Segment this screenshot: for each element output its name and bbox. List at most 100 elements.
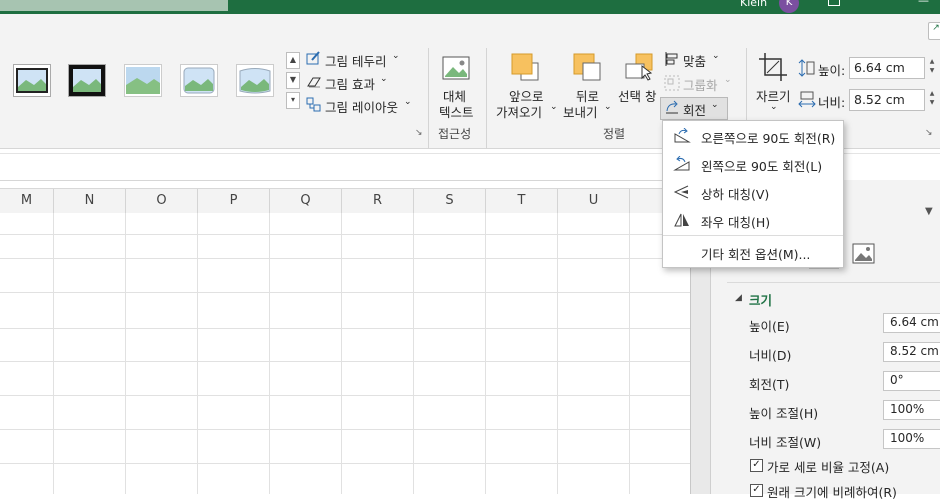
group-label: 그룹화 [683,78,718,93]
column-header-o[interactable]: O [126,189,198,213]
crop-icon [758,52,788,85]
column-headers: M N O P Q R S T U [0,188,690,214]
picture-layout-icon [306,97,321,115]
grid-line [485,213,486,494]
picture-style-1[interactable] [13,64,51,97]
pane-scale-height-label: 높이 조절(H) [749,406,819,421]
user-name[interactable]: Klein [740,0,767,9]
pane-scale-height-input[interactable]: 100% [883,400,940,420]
width-label: 너비: [818,95,846,110]
gallery-scroll-up[interactable]: ▲ [286,52,300,69]
grid-line [0,258,690,259]
column-header-u[interactable]: U [558,189,630,213]
menu-item-label: 상하 대칭(V) [701,187,770,202]
rotate-label: 회전 [683,103,707,118]
gallery-scroll-down[interactable]: ▼ [286,72,300,89]
group-separator [428,48,429,156]
chevron-down-icon: ⌄ [712,51,720,61]
bring-forward-button[interactable]: 앞으로 가져오기 ⌄ [494,52,560,122]
picture-style-2[interactable] [68,64,106,97]
height-spinner[interactable]: ▲ ▼ [926,57,938,79]
flip-horizontal-icon [673,212,691,228]
selection-pane-button[interactable]: 선택 창 [616,52,662,104]
column-header-n[interactable]: N [54,189,126,213]
selection-pane-icon [624,52,654,85]
alt-text-label-2: 텍스트 [439,105,474,120]
picture-border-icon [306,51,320,65]
picture-effects-label: 그림 효과 [325,77,375,92]
menu-item-rotate-right[interactable]: 오른쪽으로 90도 회전(R) [663,122,843,150]
grid-line [0,234,690,235]
height-input[interactable]: 6.64 cm [849,57,925,79]
menu-item-rotate-left[interactable]: 왼쪽으로 90도 회전(L) [663,150,843,178]
bring-forward-icon [510,52,540,85]
accessibility-group-label: 접근성 [438,127,472,141]
menu-item-flip-horizontal[interactable]: 좌우 대칭(H) [663,206,843,234]
picture-style-3[interactable] [124,64,162,97]
menu-item-flip-vertical[interactable]: 상하 대칭(V) [663,178,843,206]
column-header-q[interactable]: Q [270,189,342,213]
pane-rotation-input[interactable]: 0° [883,371,940,391]
chevron-down-icon: ⌄ [711,100,719,110]
grid-line [413,213,414,494]
relative-original-checkbox[interactable]: ✓ [750,484,763,497]
grid-line [125,213,126,494]
lock-aspect-checkbox[interactable]: ✓ [750,459,763,472]
column-header-p[interactable]: P [198,189,270,213]
shape-width-icon [798,90,816,113]
grid-line [0,429,690,430]
avatar[interactable]: K [779,0,799,13]
restore-icon[interactable] [828,0,840,6]
pane-width-label: 너비(D) [749,348,792,363]
share-icon[interactable]: ↗ [928,22,940,40]
gallery-more[interactable]: ▾ [286,92,300,109]
menu-item-more-rotation-options[interactable]: 기타 회전 옵션(M)... [663,238,843,266]
send-backward-label-2: 보내기 [563,105,598,120]
grid-line [341,213,342,494]
picture-style-4-icon [183,67,215,94]
grid-line [0,328,690,329]
send-backward-icon [572,52,602,85]
size-dialog-launcher-icon[interactable]: ↘ [925,128,933,138]
width-input[interactable]: 8.52 cm [849,89,925,111]
pane-height-label: 높이(E) [749,319,790,334]
rotate-left-90-icon [673,155,691,172]
size-section-title[interactable]: 크기 [749,290,772,309]
column-header-m[interactable]: M [0,189,54,213]
rotate-right-90-icon [673,127,691,144]
close-icon[interactable]: — [918,0,929,7]
chevron-down-icon: ⌄ [770,102,778,112]
column-header-s[interactable]: S [414,189,486,213]
grid-line [53,213,54,494]
rotate-dropdown-menu: 오른쪽으로 90도 회전(R) 왼쪽으로 90도 회전(L) 상하 대칭(V) … [662,120,844,268]
pane-width-input[interactable]: 8.52 cm [883,342,940,362]
selection-pane-label: 선택 창 [618,89,657,104]
alt-text-button[interactable]: 대체 텍스트 [436,54,478,120]
title-bar: Klein K — [0,0,940,14]
picture-style-1-icon [16,68,48,93]
pane-scale-width-input[interactable]: 100% [883,429,940,449]
collapse-triangle-icon[interactable]: ◢ [735,293,742,303]
dialog-launcher-icon[interactable]: ↘ [415,128,423,138]
picture-style-5[interactable] [236,64,274,97]
column-header-t[interactable]: T [486,189,558,213]
chevron-down-icon: ⌄ [404,97,412,107]
crop-button[interactable]: 자르기 ⌄ [754,52,794,122]
pane-options-chevron-icon[interactable]: ▼ [925,206,933,217]
lock-aspect-label: 가로 세로 비율 고정(A) [767,460,890,475]
title-highlight [0,0,228,11]
send-backward-button[interactable]: 뒤로 보내기 ⌄ [562,52,614,122]
chevron-down-icon: ⌄ [550,102,558,112]
column-header-r[interactable]: R [342,189,414,213]
width-spinner[interactable]: ▲ ▼ [926,89,938,111]
rotate-button[interactable]: 회전 ⌄ [660,97,728,120]
pane-height-input[interactable]: 6.64 cm [883,313,940,333]
picture-style-4[interactable] [180,64,218,97]
pane-rotation-label: 회전(T) [749,377,790,392]
shape-height-icon [798,58,816,81]
grid-line [0,395,690,396]
grid-line [0,292,690,293]
cell-grid[interactable] [0,213,690,494]
picture-tab-icon[interactable] [852,242,876,269]
menu-item-label: 좌우 대칭(H) [701,215,771,230]
